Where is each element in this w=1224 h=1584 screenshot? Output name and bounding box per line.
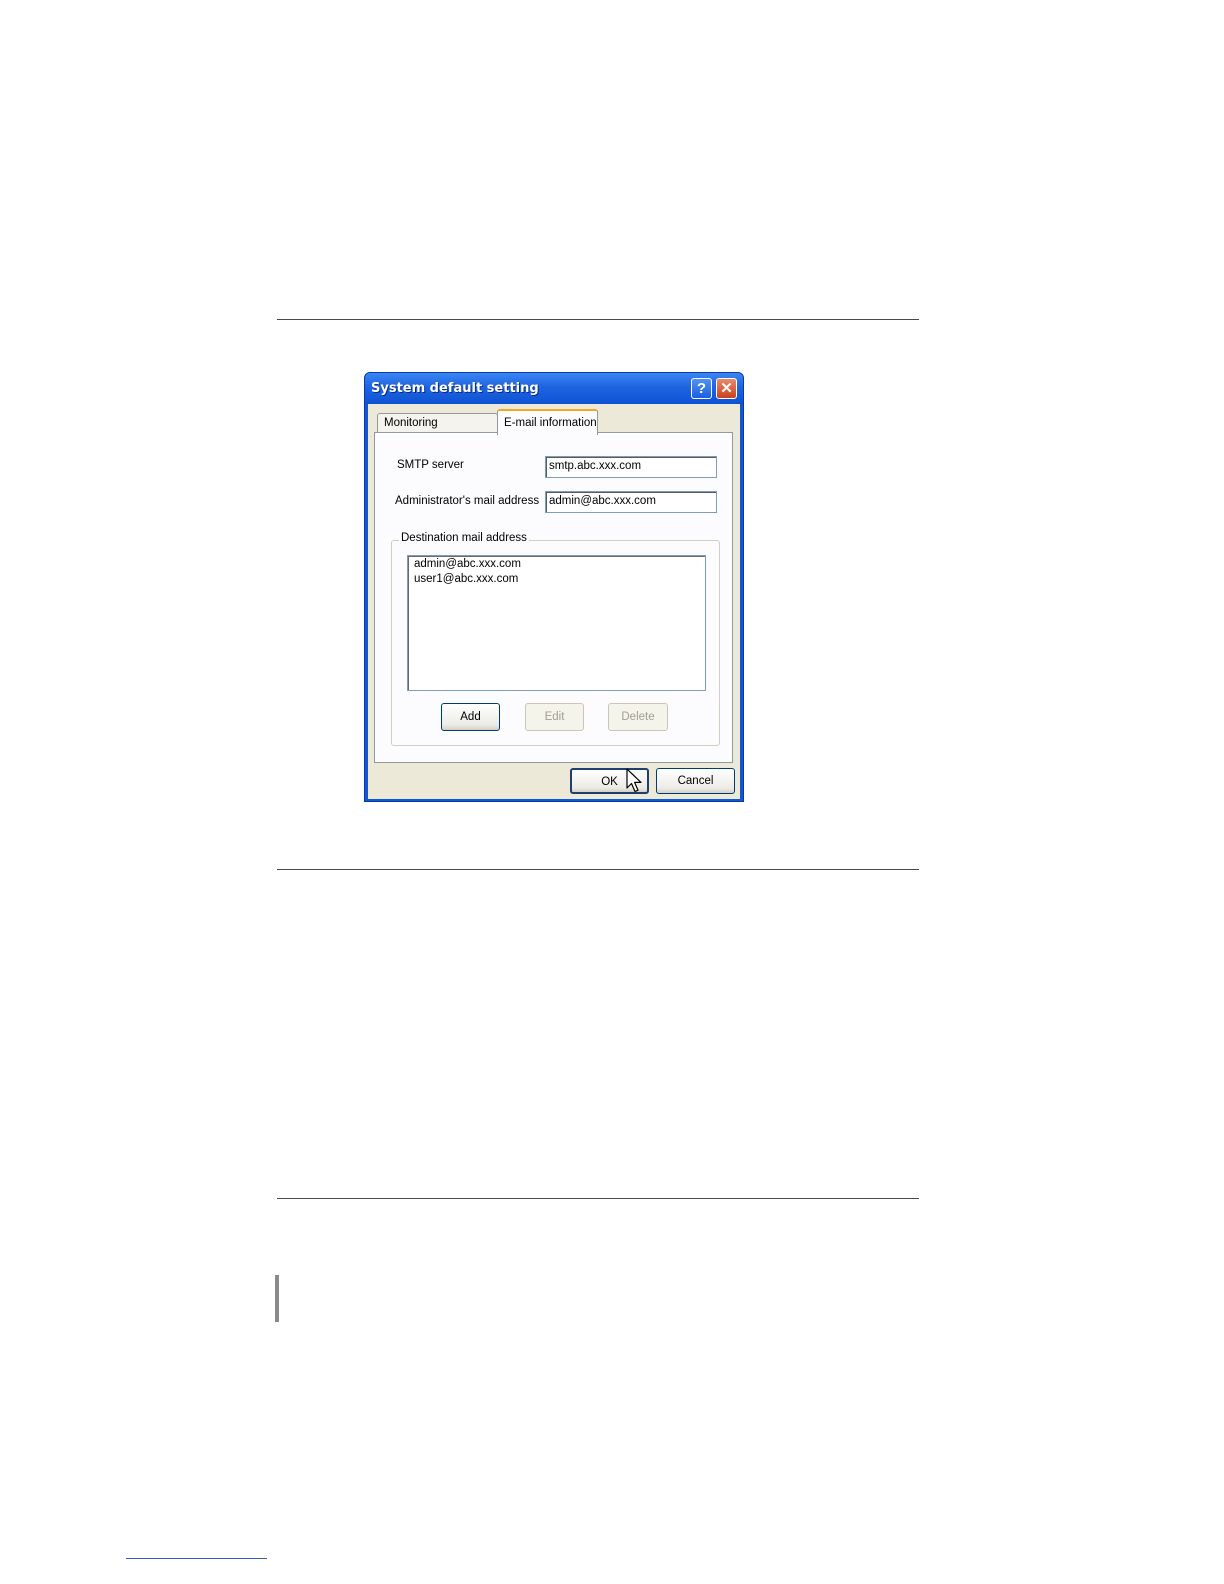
margin-bar bbox=[275, 1275, 279, 1322]
smtp-server-input[interactable]: smtp.abc.xxx.com bbox=[545, 456, 717, 478]
add-button[interactable]: Add bbox=[441, 703, 500, 731]
admin-mail-address-label: Administrator's mail address bbox=[395, 495, 540, 507]
close-button[interactable]: ✕ bbox=[716, 378, 737, 399]
help-icon: ? bbox=[696, 380, 707, 397]
tab-email-information[interactable]: E-mail information bbox=[497, 409, 598, 435]
top-rule bbox=[277, 319, 919, 320]
admin-mail-address-input[interactable]: admin@abc.xxx.com bbox=[545, 491, 717, 513]
list-item[interactable]: admin@abc.xxx.com bbox=[414, 558, 521, 570]
email-information-panel: SMTP server smtp.abc.xxx.com Administrat… bbox=[374, 432, 733, 763]
close-icon: ✕ bbox=[720, 380, 733, 397]
delete-button[interactable]: Delete bbox=[608, 703, 668, 731]
destination-address-list[interactable]: admin@abc.xxx.com user1@abc.xxx.com bbox=[407, 555, 706, 691]
lower-rule bbox=[277, 1198, 919, 1199]
title-bar[interactable]: System default setting ? ✕ bbox=[365, 373, 743, 404]
middle-rule bbox=[277, 869, 919, 870]
footnote-rule bbox=[126, 1558, 267, 1559]
dialog-client-area: Monitoring information E-mail informatio… bbox=[368, 404, 740, 799]
dialog-title: System default setting bbox=[371, 381, 539, 396]
system-default-setting-dialog: System default setting ? ✕ Monitoring in… bbox=[364, 372, 744, 802]
help-button[interactable]: ? bbox=[691, 378, 712, 399]
mouse-pointer-icon bbox=[626, 768, 642, 793]
smtp-server-label: SMTP server bbox=[397, 459, 464, 471]
destination-mail-address-legend: Destination mail address bbox=[399, 532, 529, 544]
edit-button[interactable]: Edit bbox=[525, 703, 584, 731]
cancel-button[interactable]: Cancel bbox=[656, 768, 735, 794]
list-item[interactable]: user1@abc.xxx.com bbox=[414, 573, 518, 585]
tab-monitoring-information[interactable]: Monitoring information bbox=[377, 413, 498, 448]
